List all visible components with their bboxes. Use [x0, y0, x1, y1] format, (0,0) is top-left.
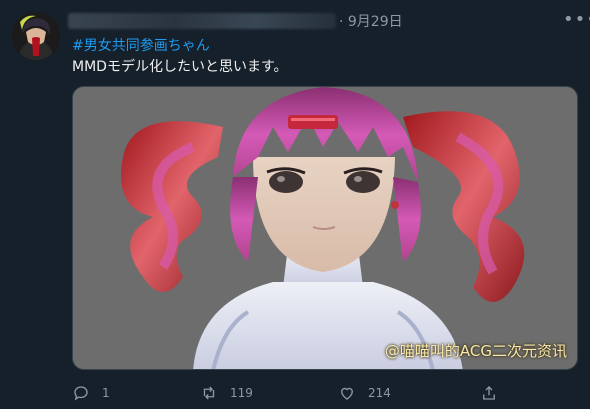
share-button[interactable]: [480, 381, 498, 405]
anime-character-image: [73, 87, 577, 369]
share-icon: [483, 386, 495, 400]
ellipsis-icon[interactable]: •••: [563, 9, 590, 30]
tweet-text: MMDモデル化したいと思います。: [72, 59, 288, 75]
blurred-display-name[interactable]: [68, 13, 336, 29]
hashtag-link[interactable]: #男女共同参画ちゃん: [72, 35, 210, 55]
retweet-icon: [203, 386, 215, 400]
like-count: 214: [368, 386, 391, 400]
tweet-actions: 1 119 214: [72, 381, 578, 405]
reply-button[interactable]: 1: [72, 381, 110, 405]
tweet-media[interactable]: @喵喵叫的ACG二次元资讯: [72, 86, 578, 370]
heart-icon: [341, 387, 353, 400]
avatar-image: [12, 12, 60, 60]
avatar[interactable]: [12, 12, 60, 60]
retweet-count: 119: [230, 386, 253, 400]
reply-icon: [74, 386, 88, 401]
retweet-button[interactable]: 119: [200, 381, 253, 405]
tweet-card[interactable]: · 9月29日 ••• #男女共同参画ちゃん MMDモデル化したいと思います。: [0, 0, 590, 409]
reply-count: 1: [102, 386, 110, 400]
like-button[interactable]: 214: [338, 381, 391, 405]
tweet-date[interactable]: · 9月29日: [339, 11, 403, 31]
watermark-text: @喵喵叫的ACG二次元资讯: [384, 342, 567, 360]
